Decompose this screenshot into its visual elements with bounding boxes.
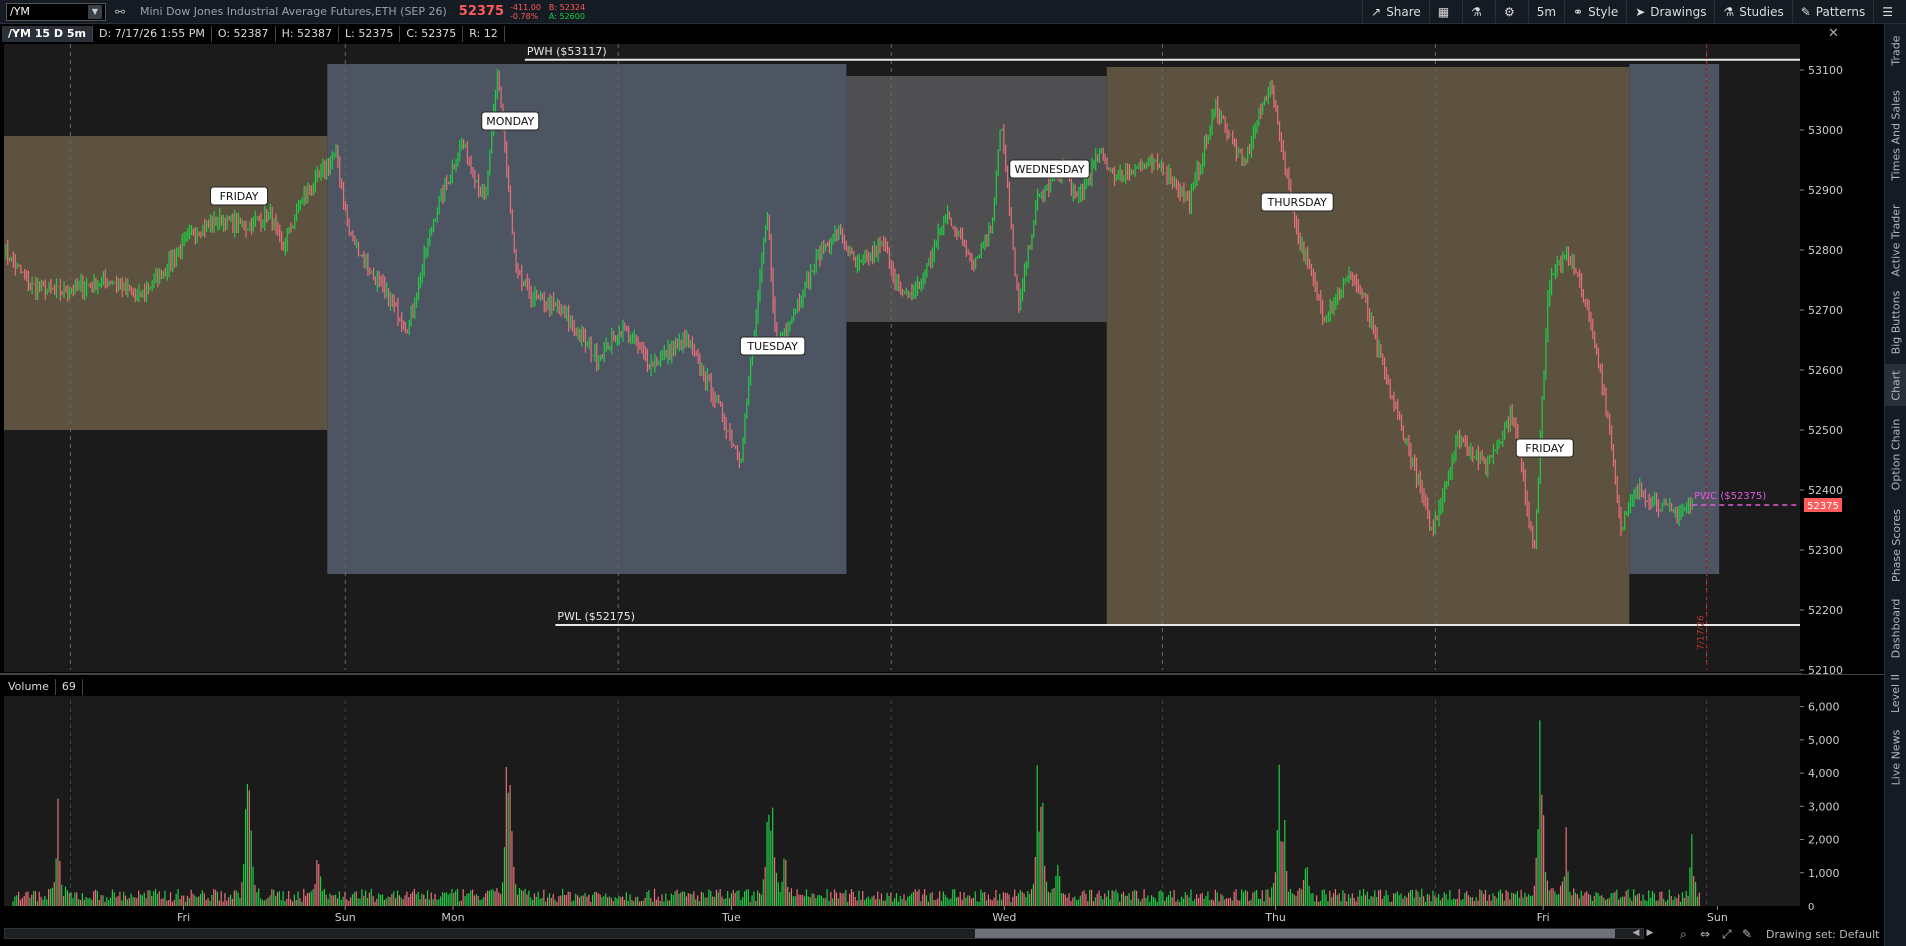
last-price-marker-label: 52375 bbox=[1807, 501, 1839, 512]
price-tick-label: 53000 bbox=[1808, 124, 1843, 137]
bar-close: C: 52375 bbox=[400, 26, 464, 42]
pwc-label: PWC ($52375) bbox=[1694, 491, 1766, 502]
drawing-set-label[interactable]: Drawing set: Default bbox=[1766, 928, 1879, 941]
symbol-period[interactable]: /YM 15 D 5m bbox=[2, 26, 93, 42]
price-axis-bg bbox=[1802, 44, 1884, 674]
wednesday-range bbox=[846, 76, 1107, 322]
monday-tuesday-range bbox=[327, 64, 847, 574]
scroll-thumb[interactable] bbox=[975, 929, 1615, 938]
price-tick-label: 52600 bbox=[1808, 364, 1843, 377]
volume-header: Volume 69 bbox=[2, 678, 83, 695]
volume-tick-label: 6,000 bbox=[1808, 701, 1840, 714]
volume-pane-bg bbox=[4, 696, 1800, 906]
price-tick-label: 52300 bbox=[1808, 544, 1843, 557]
tab-dashboard[interactable]: Dashboard bbox=[1885, 594, 1906, 662]
volume-tick-label: 4,000 bbox=[1808, 767, 1840, 780]
chart-canvas[interactable]: PWH ($53117) PWL ($52175) PWC ($52375) 7/17… bbox=[0, 0, 1884, 946]
tab-times-and-sales[interactable]: Times And Sales bbox=[1885, 76, 1906, 194]
horizontal-scrollbar[interactable] bbox=[4, 928, 1644, 939]
tab-option-chain[interactable]: Option Chain bbox=[1885, 412, 1906, 496]
price-tick-label: 52100 bbox=[1808, 664, 1843, 677]
tab-level-ii[interactable]: Level II bbox=[1885, 668, 1906, 718]
close-icon[interactable]: ✕ bbox=[1828, 26, 1842, 41]
scroll-right-icon[interactable]: ▶ bbox=[1644, 928, 1656, 939]
drawing-tool-icon[interactable]: ✎ bbox=[1742, 927, 1752, 941]
bar-range: R: 12 bbox=[463, 26, 505, 42]
bar-open: O: 52387 bbox=[212, 26, 276, 42]
price-tick-label: 52200 bbox=[1808, 604, 1843, 617]
volume-tick-label: 3,000 bbox=[1808, 800, 1840, 813]
price-tick-label: 52700 bbox=[1808, 304, 1843, 317]
day-callout-label: MONDAY bbox=[486, 115, 534, 128]
pwh-label: PWH ($53117) bbox=[527, 45, 607, 58]
volume-tick-label: 2,000 bbox=[1808, 834, 1840, 847]
volume-tick-label: 1,000 bbox=[1808, 867, 1840, 880]
day-callout-label: TUESDAY bbox=[746, 340, 798, 353]
price-tick-label: 52400 bbox=[1808, 484, 1843, 497]
day-callout-label: WEDNESDAY bbox=[1014, 163, 1084, 176]
tab-live-news[interactable]: Live News bbox=[1885, 724, 1906, 790]
day-callout-label: THURSDAY bbox=[1267, 196, 1328, 209]
tab-active-trader[interactable]: Active Trader bbox=[1885, 200, 1906, 280]
scroll-left-icon[interactable]: ◀ bbox=[1630, 928, 1642, 939]
tab-trade[interactable]: Trade bbox=[1885, 30, 1906, 70]
price-tick-label: 52800 bbox=[1808, 244, 1843, 257]
price-tick-label: 52500 bbox=[1808, 424, 1843, 437]
current-time-label: 7/17/26 bbox=[1697, 615, 1707, 650]
thursday-friday-range bbox=[1106, 67, 1630, 625]
prior-friday-range bbox=[4, 136, 328, 430]
tab-phase-scores[interactable]: Phase Scores bbox=[1885, 502, 1906, 588]
day-callout-label: FRIDAY bbox=[1525, 442, 1564, 455]
price-tick-label: 52900 bbox=[1808, 184, 1843, 197]
zoom-icon[interactable]: ⌕ bbox=[1680, 927, 1687, 942]
bar-low: L: 52375 bbox=[339, 26, 401, 42]
price-tick-label: 53100 bbox=[1808, 64, 1843, 77]
volume-value: 69 bbox=[56, 678, 83, 695]
chart-header: /YM 15 D 5m D: 7/17/26 1:55 PM O: 52387 … bbox=[2, 25, 505, 43]
bar-date: D: 7/17/26 1:55 PM bbox=[93, 26, 212, 42]
pwl-label: PWL ($52175) bbox=[557, 610, 635, 623]
expand-icon[interactable]: ⤢ bbox=[1722, 927, 1732, 942]
pan-icon[interactable]: ⇔ bbox=[1700, 927, 1710, 941]
right-sidebar: Trade Times And Sales Active Trader Big … bbox=[1884, 24, 1906, 946]
tab-chart[interactable]: Chart bbox=[1885, 364, 1906, 406]
volume-zero-label: 0 bbox=[1808, 902, 1814, 913]
price-axis[interactable]: 52100 52200 52300 52400 52500 52600 52700 52800… bbox=[1800, 44, 1884, 677]
bar-high: H: 52387 bbox=[276, 26, 340, 42]
tab-big-buttons[interactable]: Big Buttons bbox=[1885, 286, 1906, 358]
volume-label[interactable]: Volume bbox=[2, 678, 56, 695]
day-callout-label: FRIDAY bbox=[220, 190, 259, 203]
volume-tick-label: 5,000 bbox=[1808, 734, 1840, 747]
